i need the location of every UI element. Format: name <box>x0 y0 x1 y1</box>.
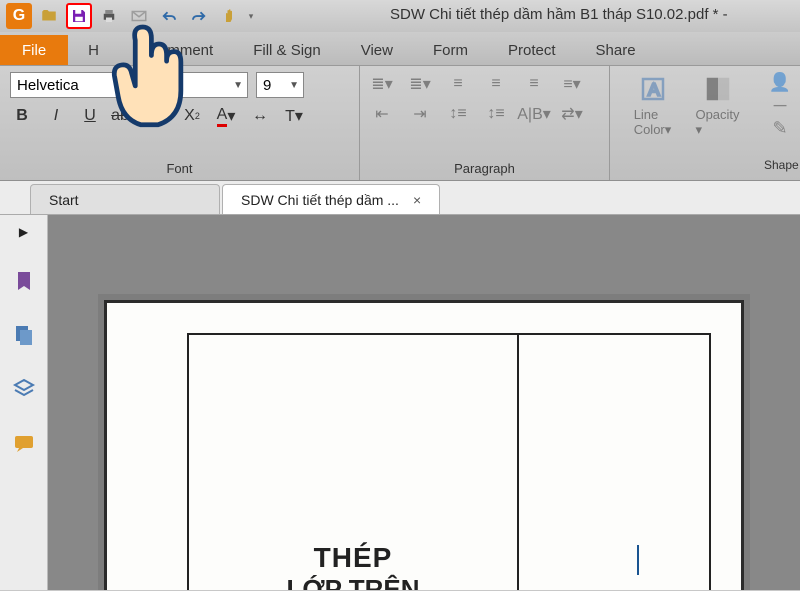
tab-form[interactable]: Form <box>413 35 488 65</box>
bold-button[interactable]: B <box>10 104 34 128</box>
font-family-select[interactable]: Helvetica ▼ <box>10 72 248 98</box>
tab-home[interactable]: H <box>68 35 128 65</box>
increase-indent-button[interactable]: ⇥ <box>408 102 432 126</box>
comments-icon[interactable] <box>12 431 36 455</box>
redo-icon[interactable] <box>186 3 212 29</box>
qat-dropdown-icon[interactable]: ▾ <box>246 11 256 22</box>
text-direction-button[interactable]: A|B▾ <box>522 102 546 126</box>
document-title: SDW Chi tiết thép dầm hầm B1 tháp S10.02… <box>390 6 728 23</box>
align-left-button[interactable]: ≡ <box>446 72 470 96</box>
font-size-value: 9 <box>263 77 271 94</box>
italic-button[interactable]: I <box>44 104 68 128</box>
layers-icon[interactable] <box>12 377 36 401</box>
tab-comment[interactable]: Comment <box>128 35 233 65</box>
numbering-button[interactable]: ≣▾ <box>408 72 432 96</box>
text-effects-button[interactable]: T▾ <box>282 104 306 128</box>
title-cell: THÉP LỚP TRÊN <box>189 335 519 590</box>
decrease-indent-button[interactable]: ⇤ <box>370 102 394 126</box>
print-icon[interactable] <box>96 3 122 29</box>
nav-sidebar: ▶ <box>0 215 48 590</box>
font-family-value: Helvetica <box>17 77 79 94</box>
sidebar-toggle-icon[interactable]: ▶ <box>19 225 28 239</box>
font-color-button[interactable]: A▾ <box>214 104 238 128</box>
para-spacing-button[interactable]: ↕≡ <box>484 102 508 126</box>
chevron-down-icon: ▼ <box>233 80 243 91</box>
writing-dir-button[interactable]: ⇄▾ <box>560 102 584 126</box>
pencil-shape-icon[interactable]: ✎ <box>772 118 787 139</box>
ribbon: Helvetica ▼ 9 ▼ B I U abc X2 X2 A▾ ↔ T▾ … <box>0 66 800 181</box>
page: THÉP LỚP TRÊN <box>104 300 744 590</box>
app-icon[interactable]: G <box>6 3 32 29</box>
page-frame: THÉP LỚP TRÊN <box>187 333 711 590</box>
group-label-font: Font <box>10 159 349 178</box>
font-size-select[interactable]: 9 ▼ <box>256 72 304 98</box>
group-shape: 👤 ─ ✎ Shape <box>760 66 800 180</box>
doc-text-line-1: THÉP <box>314 542 393 574</box>
tab-protect[interactable]: Protect <box>488 35 576 65</box>
char-spacing-button[interactable]: ↔ <box>248 104 272 128</box>
bullets-button[interactable]: ≣▾ <box>370 72 394 96</box>
ribbon-tabs: File H Comment Fill & Sign View Form Pro… <box>0 32 800 66</box>
group-style: A LineColor▾ Opacity▾ <box>610 66 760 180</box>
tab-fill-sign[interactable]: Fill & Sign <box>233 35 341 65</box>
group-label-shape: Shape <box>764 156 796 174</box>
open-icon[interactable] <box>36 3 62 29</box>
undo-icon[interactable] <box>156 3 182 29</box>
close-tab-button[interactable]: × <box>413 192 421 208</box>
group-font: Helvetica ▼ 9 ▼ B I U abc X2 X2 A▾ ↔ T▾ … <box>0 66 360 180</box>
superscript-button[interactable]: X2 <box>146 104 170 128</box>
svg-text:A: A <box>648 79 660 99</box>
save-icon[interactable] <box>66 3 92 29</box>
align-center-button[interactable]: ≡ <box>484 72 508 96</box>
strikethrough-button[interactable]: abc <box>112 104 136 128</box>
justify-button[interactable]: ≡▾ <box>560 72 584 96</box>
quick-access-toolbar: G ▾ SDW Chi tiết thép dầm hầm B1 tháp S1… <box>0 0 800 32</box>
subscript-button[interactable]: X2 <box>180 104 204 128</box>
pages-icon[interactable] <box>12 323 36 347</box>
profile-shape-icon[interactable]: 👤 <box>769 72 791 93</box>
line-spacing-button[interactable]: ↕≡ <box>446 102 470 126</box>
empty-cell <box>519 335 709 590</box>
line-color-button[interactable]: A LineColor▾ <box>620 74 685 138</box>
line-shape-icon[interactable]: ─ <box>774 95 787 116</box>
tab-view[interactable]: View <box>341 35 413 65</box>
opacity-button[interactable]: Opacity▾ <box>685 74 750 138</box>
group-label-paragraph: Paragraph <box>370 159 599 178</box>
content-area: ▶ THÉP LỚP TRÊN <box>0 215 800 590</box>
document-viewport[interactable]: THÉP LỚP TRÊN <box>48 215 800 590</box>
doc-tab-start[interactable]: Start <box>30 184 220 214</box>
tab-share[interactable]: Share <box>576 35 656 65</box>
doc-tab-sdw[interactable]: SDW Chi tiết thép dầm ... × <box>222 184 440 214</box>
hand-tool-icon[interactable] <box>216 3 242 29</box>
group-paragraph: ≣▾ ≣▾ ≡ ≡ ≡ ≡▾ ⇤ ⇥ ↕≡ ↕≡ A|B▾ ⇄▾ Paragra… <box>360 66 610 180</box>
email-icon[interactable] <box>126 3 152 29</box>
bookmarks-icon[interactable] <box>12 269 36 293</box>
underline-button[interactable]: U <box>78 104 102 128</box>
text-cursor <box>637 545 639 575</box>
doc-text-line-2: LỚP TRÊN <box>287 574 420 590</box>
doc-tab-bar: Start SDW Chi tiết thép dầm ... × <box>0 181 800 215</box>
chevron-down-icon: ▼ <box>289 80 299 91</box>
tab-file[interactable]: File <box>0 35 68 65</box>
align-right-button[interactable]: ≡ <box>522 72 546 96</box>
